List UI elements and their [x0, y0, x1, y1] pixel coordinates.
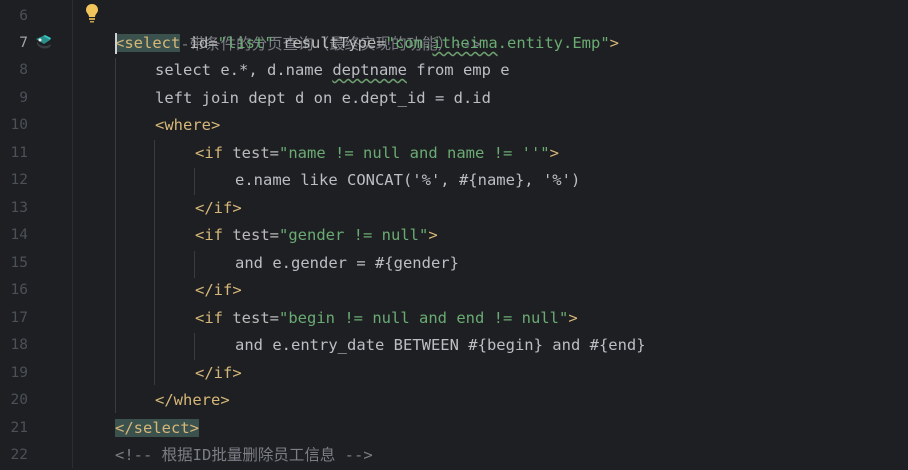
- if-close-tag: </if>: [195, 281, 242, 299]
- line-number: 10: [10, 117, 28, 133]
- attr-name: id=: [189, 34, 218, 52]
- sql-text-typo: deptname: [332, 61, 407, 79]
- code-line-22[interactable]: <!-- 根据ID批量删除员工信息 -->: [115, 442, 373, 470]
- intention-bulb-icon[interactable]: [85, 3, 99, 23]
- code-line-6[interactable]: <!--带条件的分页查询（最终实现的功能）-->: [115, 3, 481, 53]
- line-number: 8: [19, 62, 28, 78]
- indent-guide: [194, 251, 195, 278]
- code-line-7[interactable]: <select id="list" resultType="com.itheim…: [115, 30, 619, 58]
- select-open-tag: <select: [115, 34, 181, 52]
- line-number: 16: [10, 282, 28, 298]
- attr-name: test=: [232, 144, 280, 162]
- code-line-15[interactable]: and e.gender = #{gender}: [235, 250, 459, 278]
- tag-close-bracket: >: [549, 144, 559, 162]
- code-line-10[interactable]: <where>: [155, 112, 220, 140]
- code-line-11[interactable]: <if test="name != null and name != ''">: [195, 140, 559, 168]
- line-number: 17: [10, 310, 28, 326]
- if-close-tag: </if>: [195, 364, 242, 382]
- if-open-tag: <if: [195, 144, 223, 162]
- attr-value: "name != null and name != ''": [279, 144, 550, 162]
- indent-guide: [154, 140, 155, 385]
- if-close-tag: </if>: [195, 199, 242, 217]
- code-line-12[interactable]: e.name like CONCAT('%', #{name}, '%'): [235, 167, 580, 195]
- xml-comment: <!-- 根据ID批量删除员工信息 -->: [115, 446, 373, 464]
- attr-value-typo: itheima: [432, 34, 498, 52]
- tag-close-bracket: >: [568, 309, 578, 327]
- sql-text: e.name like CONCAT('%', #{name}, '%'): [235, 171, 581, 189]
- line-number: 19: [10, 365, 28, 381]
- line-number: 15: [10, 255, 28, 271]
- sql-text: and e.gender = #{gender}: [235, 254, 459, 272]
- line-number: 22: [10, 447, 28, 463]
- code-line-13[interactable]: </if>: [195, 195, 242, 223]
- code-line-19[interactable]: </if>: [195, 360, 242, 388]
- indent-guide: [115, 58, 116, 413]
- code-line-17[interactable]: <if test="begin != null and end != null"…: [195, 305, 578, 333]
- mybatis-mapper-icon[interactable]: [34, 33, 54, 51]
- attr-name: test=: [232, 309, 280, 327]
- line-number-current: 7: [19, 35, 28, 51]
- where-close-tag: </where>: [155, 391, 230, 409]
- sql-text: left join dept d on e.dept_id = d.id: [155, 89, 491, 107]
- line-number: 12: [10, 172, 28, 188]
- attr-value: "list": [217, 34, 274, 52]
- line-number-gutter[interactable]: 6 7 8 9 10 11 12 13 14 15 16 17 18 19 20…: [0, 0, 72, 468]
- line-number: 14: [10, 227, 28, 243]
- sql-text: and e.entry_date BETWEEN #{begin} and #{…: [235, 336, 646, 354]
- text-caret: [115, 33, 117, 54]
- code-line-9[interactable]: left join dept d on e.dept_id = d.id: [155, 85, 491, 113]
- code-line-21[interactable]: </select>: [115, 415, 199, 443]
- code-editor[interactable]: 6 7 8 9 10 11 12 13 14 15 16 17 18 19 20…: [0, 0, 908, 468]
- line-number: 9: [19, 90, 28, 106]
- code-line-8[interactable]: select e.*, d.name deptname from emp e: [155, 57, 510, 85]
- sql-text: from emp e: [406, 61, 510, 79]
- code-line-18[interactable]: and e.entry_date BETWEEN #{begin} and #{…: [235, 332, 646, 360]
- attr-value: "begin != null and end != null": [279, 309, 569, 327]
- select-close-tag: </select>: [115, 419, 199, 437]
- code-line-16[interactable]: </if>: [195, 277, 242, 305]
- if-open-tag: <if: [195, 226, 223, 244]
- line-number: 18: [10, 337, 28, 353]
- tag-close-bracket: >: [609, 34, 619, 52]
- attr-name: resultType=: [283, 34, 386, 52]
- indent-guide: [194, 168, 195, 195]
- if-open-tag: <if: [195, 309, 223, 327]
- code-line-20[interactable]: </where>: [155, 387, 230, 415]
- attr-value: .entity.Emp": [497, 34, 610, 52]
- code-line-14[interactable]: <if test="gender != null">: [195, 222, 438, 250]
- attr-value: "com.: [385, 34, 433, 52]
- line-number: 11: [10, 145, 28, 161]
- gutter-separator: [72, 0, 73, 468]
- line-number: 13: [10, 200, 28, 216]
- line-number: 6: [19, 8, 28, 24]
- tag-close-bracket: >: [428, 226, 438, 244]
- attr-name: test=: [232, 226, 280, 244]
- line-number: 21: [10, 420, 28, 436]
- indent-guide: [194, 333, 195, 360]
- sql-text: select e.*, d.name: [155, 61, 333, 79]
- where-open-tag: <where>: [155, 116, 221, 134]
- attr-value: "gender != null": [279, 226, 429, 244]
- line-number: 20: [10, 392, 28, 408]
